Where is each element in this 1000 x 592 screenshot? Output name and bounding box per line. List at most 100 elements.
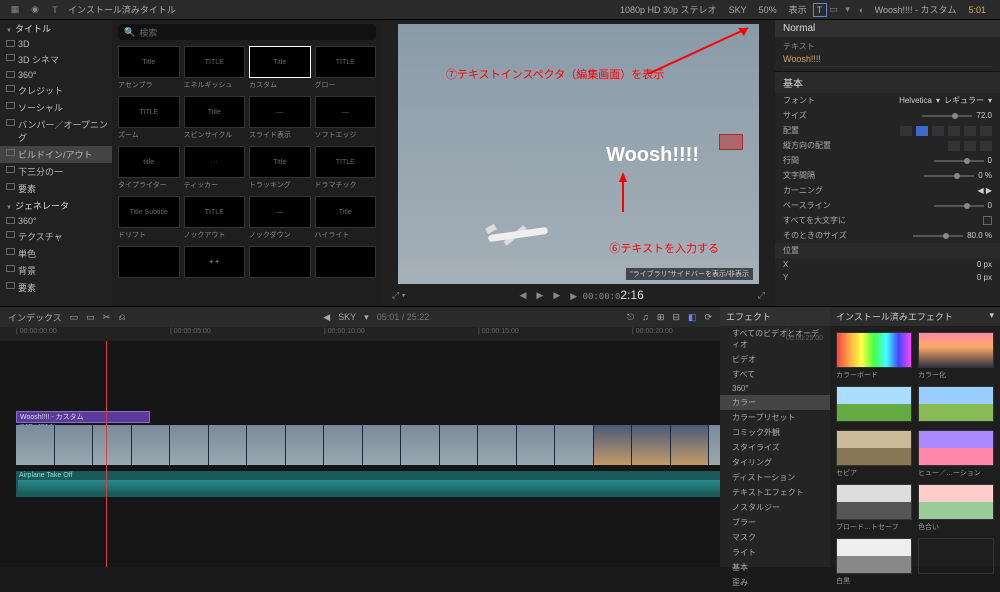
x-row[interactable]: X0 px — [775, 258, 1000, 271]
basic-section[interactable]: 基本 — [775, 72, 1000, 93]
title-text[interactable]: Woosh!!!! — [606, 144, 699, 167]
title-thumb[interactable]: —スライド表示 — [249, 96, 311, 140]
library-icon[interactable]: ▦ — [8, 3, 22, 17]
fx-category[interactable]: ライト — [720, 545, 830, 560]
effect-thumb[interactable]: 白黒 — [836, 538, 912, 586]
fx-category[interactable]: タイリング — [720, 455, 830, 470]
sidebar-titles-header[interactable]: タイトル — [0, 20, 112, 37]
timeline-ruler[interactable]: | 00:00:00:00| 00:00:05:00| 00:00:10:00|… — [0, 327, 720, 341]
effect-thumb[interactable] — [918, 538, 994, 586]
next-button[interactable]: ▶ — [553, 290, 560, 301]
zoom-level[interactable]: 50% — [753, 5, 783, 15]
fx-category[interactable]: スタイライズ — [720, 440, 830, 455]
timeline-tracks[interactable]: Woosh!!!! - カスタム IMG_4514 Airplane Take … — [0, 341, 720, 567]
inspector-info-icon[interactable]: ▾ — [841, 3, 855, 17]
tool-icon[interactable]: ⎌ — [118, 312, 125, 323]
font-row[interactable]: フォントHelvetica ▾ レギュラー ▾ — [775, 93, 1000, 108]
title-thumb[interactable]: Titleハイライト — [315, 196, 377, 240]
titles-icon[interactable]: T — [48, 3, 62, 17]
align-row[interactable]: 配置 — [775, 123, 1000, 138]
inspector-video-icon[interactable]: ▭ — [827, 3, 841, 17]
tool-icon[interactable]: ⊟ — [672, 312, 680, 323]
sidebar-item[interactable]: 要素 — [0, 279, 112, 296]
text-style-dropdown[interactable]: Normal — [775, 20, 1000, 37]
effect-thumb[interactable]: ブロード…トセーフ — [836, 484, 912, 532]
title-thumb[interactable]: TITLEドラマチック — [315, 146, 377, 190]
fx-category[interactable]: すべて — [720, 367, 830, 382]
fx-category[interactable]: 基本 — [720, 560, 830, 575]
title-thumb[interactable]: —ノックダウン — [249, 196, 311, 240]
title-thumb[interactable]: titleタイプライター — [118, 146, 180, 190]
sidebar-item[interactable]: 要素 — [0, 180, 112, 197]
y-row[interactable]: Y0 px — [775, 271, 1000, 284]
title-thumb[interactable]: —ソフトエッジ — [315, 96, 377, 140]
sidebar-item[interactable]: 単色 — [0, 245, 112, 262]
viewer-canvas[interactable]: Woosh!!!! ⑦テキストインスペクタ（編集画面）を表示 ⑥テキストを入力す… — [398, 24, 759, 284]
fx-category[interactable]: カラープリセット — [720, 410, 830, 425]
title-thumb[interactable]: TITLEエネルギッシュ — [184, 46, 246, 90]
title-thumb[interactable]: Titleトラッキング — [249, 146, 311, 190]
sidebar-item[interactable]: 背景 — [0, 262, 112, 279]
title-thumb[interactable]: ···ティッカー — [184, 146, 246, 190]
tool-icon[interactable]: ◧ — [688, 312, 697, 323]
fx-category[interactable]: 360° — [720, 382, 830, 395]
tool-icon[interactable]: ▭ — [70, 312, 79, 323]
dropdown-icon[interactable]: ▾ — [989, 310, 994, 323]
sidebar-item[interactable]: 3D — [0, 37, 112, 51]
play-button[interactable]: ▶ — [536, 290, 543, 301]
title-thumb[interactable]: Titleアセンブラ — [118, 46, 180, 90]
effect-thumb[interactable]: セピア — [836, 430, 912, 478]
fx-category[interactable]: ノスタルジー — [720, 500, 830, 515]
search-input[interactable]: 🔍検索 — [118, 24, 376, 40]
upsize-row[interactable]: そのときのサイズ80.0 % — [775, 228, 1000, 243]
effect-thumb[interactable]: カラー化 — [918, 332, 994, 380]
sidebar-item[interactable]: 360° — [0, 68, 112, 82]
sidebar-item[interactable]: バンパー／オープニング — [0, 116, 112, 146]
text-value[interactable]: Woosh!!!! — [783, 52, 992, 67]
tool-icon[interactable]: ⎋ — [627, 312, 634, 323]
valign-row[interactable]: 縦方向の配置 — [775, 138, 1000, 153]
fx-category[interactable]: コミック外観 — [720, 425, 830, 440]
view-menu[interactable]: 表示 — [783, 3, 813, 16]
title-thumb[interactable]: TITLEノックアウト — [184, 196, 246, 240]
fx-category[interactable]: ブラー — [720, 515, 830, 530]
fx-category[interactable]: カラー — [720, 395, 830, 410]
size-row[interactable]: サイズ72.0 — [775, 108, 1000, 123]
prev-button[interactable]: ◀ — [520, 290, 527, 301]
sidebar-generators-header[interactable]: ジェネレータ — [0, 197, 112, 214]
title-thumb[interactable]: Titleカスタム — [249, 46, 311, 90]
upper-row[interactable]: すべてを大文字に — [775, 213, 1000, 228]
sidebar-item[interactable]: 下三分の一 — [0, 163, 112, 180]
fx-category[interactable]: ビデオ — [720, 352, 830, 367]
titles-dropdown[interactable]: インストール済みタイトル — [62, 3, 182, 16]
sidebar-item[interactable]: ソーシャル — [0, 99, 112, 116]
fx-category[interactable]: テキストエフェクト — [720, 485, 830, 500]
inspector-text-icon[interactable]: T — [813, 3, 827, 17]
tool-icon[interactable]: ♫ — [642, 312, 649, 322]
playhead[interactable] — [106, 341, 107, 567]
title-clip[interactable]: Woosh!!!! - カスタム — [16, 411, 150, 423]
audio-clip[interactable]: Airplane Take Off — [16, 471, 720, 497]
index-button[interactable]: インデックス — [8, 311, 62, 324]
effect-thumb[interactable] — [836, 386, 912, 424]
effect-thumb[interactable]: カラーボード — [836, 332, 912, 380]
fx-category[interactable]: マスク — [720, 530, 830, 545]
fullscreen-icon[interactable]: ⤢ — [758, 290, 765, 301]
sidebar-item[interactable]: 360° — [0, 214, 112, 228]
sidebar-item[interactable]: クレジット — [0, 82, 112, 99]
title-thumb[interactable]: ✦✦ — [184, 246, 246, 280]
effect-thumb[interactable]: ヒュー／…ーション — [918, 430, 994, 478]
title-thumb[interactable]: Title Subtitleドリフト — [118, 196, 180, 240]
effect-thumb[interactable] — [918, 386, 994, 424]
title-thumb[interactable]: TITLEグロー — [315, 46, 377, 90]
title-thumb[interactable] — [315, 246, 377, 280]
fx-category[interactable]: ディストーション — [720, 470, 830, 485]
fx-category[interactable]: 歪み — [720, 575, 830, 590]
track-row[interactable]: 文字間隔0 % — [775, 168, 1000, 183]
tool-icon[interactable]: ⟳ — [704, 312, 712, 323]
inspector-color-icon[interactable]: ◐ — [855, 3, 869, 17]
title-thumb[interactable]: Titleスピンサイクル — [184, 96, 246, 140]
photos-icon[interactable]: ◉ — [28, 3, 42, 17]
kern-row[interactable]: カーニング◀ ▶ — [775, 183, 1000, 198]
line-row[interactable]: 行間0 — [775, 153, 1000, 168]
